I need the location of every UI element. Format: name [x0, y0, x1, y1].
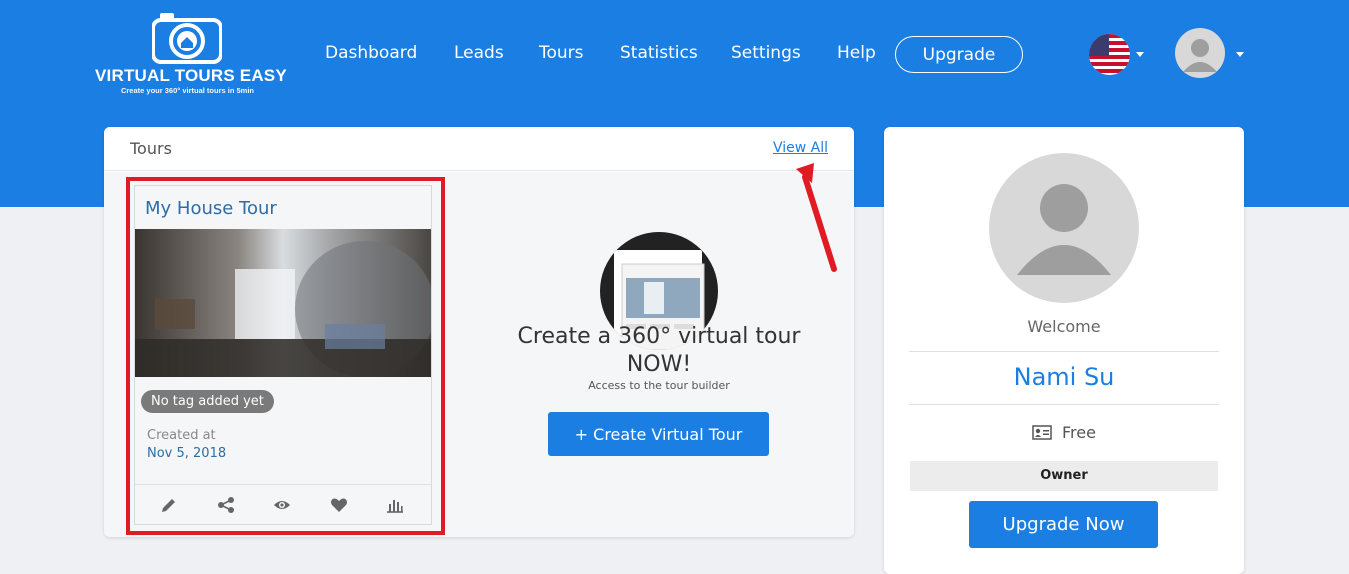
created-date: Nov 5, 2018 [147, 446, 227, 461]
view-all-link[interactable]: View All [773, 140, 828, 156]
tours-header: Tours View All [104, 127, 854, 171]
plan-row: Free [884, 423, 1244, 442]
tour-tag-badge: No tag added yet [141, 390, 274, 413]
id-card-icon [1032, 425, 1052, 440]
promo-subtitle: Access to the tour builder [588, 379, 730, 392]
tours-title: Tours [130, 139, 172, 158]
us-flag-icon[interactable] [1089, 34, 1130, 75]
plan-label: Free [1062, 423, 1096, 442]
tour-thumbnail[interactable] [135, 229, 431, 377]
profile-panel: Welcome Nami Su Free Owner Upgrade Now [884, 127, 1244, 574]
eye-icon[interactable] [273, 496, 291, 514]
user-name: Nami Su [1013, 363, 1115, 391]
upgrade-now-button[interactable]: Upgrade Now [969, 501, 1158, 548]
create-virtual-tour-button[interactable]: + Create Virtual Tour [548, 412, 769, 456]
tours-body: My House Tour No tag added yet Created a… [104, 172, 854, 537]
pencil-icon[interactable] [160, 496, 178, 514]
promo-title: Create a 360° virtual tour NOW! [517, 324, 801, 377]
nav-settings[interactable]: Settings [731, 43, 801, 63]
tours-panel: Tours View All My House Tour No tag adde… [104, 127, 854, 537]
divider [909, 351, 1219, 352]
camera-house-icon [152, 13, 222, 64]
brand-logo[interactable]: VIRTUAL TOURS EASY Create your 360° virt… [95, 12, 287, 98]
profile-avatar-icon [989, 153, 1139, 303]
nav-help[interactable]: Help [837, 43, 876, 63]
share-icon[interactable] [217, 496, 235, 514]
brand-tagline: Create your 360° virtual tours in 5min [120, 86, 255, 95]
welcome-label: Welcome [1027, 317, 1101, 336]
nav-dashboard[interactable]: Dashboard [325, 43, 417, 63]
brand-title: VIRTUAL TOURS EASY [95, 66, 287, 85]
nav-leads[interactable]: Leads [454, 43, 504, 63]
role-badge: Owner [910, 461, 1218, 491]
language-caret-icon[interactable] [1136, 52, 1144, 57]
nav-tours[interactable]: Tours [539, 43, 584, 63]
upgrade-button[interactable]: Upgrade [895, 36, 1023, 73]
nav-statistics[interactable]: Statistics [620, 43, 698, 63]
heart-icon[interactable] [330, 496, 348, 514]
account-caret-icon[interactable] [1236, 52, 1244, 57]
tour-card[interactable]: My House Tour No tag added yet Created a… [134, 185, 432, 525]
user-avatar-icon[interactable] [1175, 28, 1225, 78]
created-label: Created at [147, 428, 216, 443]
tour-actions [135, 484, 431, 525]
divider [909, 404, 1219, 405]
tour-name[interactable]: My House Tour [145, 198, 277, 219]
bar-chart-icon[interactable] [386, 496, 404, 514]
